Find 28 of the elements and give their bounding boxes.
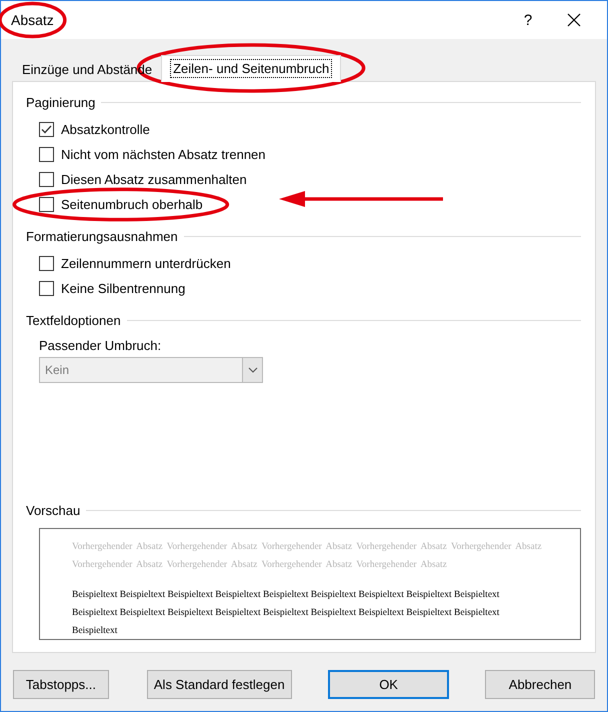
window-title: Absatz — [11, 12, 54, 28]
checkbox[interactable] — [39, 122, 54, 137]
checkbox-label[interactable]: Absatzkontrolle — [61, 122, 150, 137]
previous-paragraph-text: Vorhergehender Absatz Vorhergehender Absatz Vorhergehender Absatz Vorhergehender Absatz Vorhergehender Absatz Vorhergehender Absatz Vorhergehender Absatz Vorhergehender Absatz Vorhergehender Absatz — [72, 541, 543, 572]
checkbox[interactable] — [39, 147, 54, 162]
dialog-button[interactable]: Abbrechen — [485, 670, 595, 699]
checkbox-label[interactable]: Keine Silbentrennung — [61, 281, 186, 296]
checkbox[interactable] — [39, 281, 54, 296]
section-title: Paginierung — [26, 94, 96, 110]
checkbox-label[interactable]: Nicht vom nächsten Absatz trennen — [61, 147, 266, 162]
section-title: Vorschau — [26, 502, 80, 518]
dialog-button[interactable]: Als Standard festlegen — [146, 670, 292, 699]
dialog-button[interactable]: Tabstopps... — [13, 670, 109, 699]
checkbox[interactable] — [39, 197, 54, 212]
dropdown-label: Passender Umbruch: — [39, 338, 162, 353]
checkbox-label[interactable]: Zeilennummern unterdrücken — [61, 256, 231, 271]
sample-text: Beispieltext Beispieltext Beispieltext Beispieltext Beispieltext Beispieltext Beispieltext Beispieltext Beispieltext Beispieltext Beispieltext Beispieltext Beispieltext Beispieltext Beispieltext Beispieltext Beispieltext Beispieltext Beispieltext — [72, 589, 500, 638]
checkmark-icon — [41, 125, 52, 134]
dialog-button[interactable]: OK — [328, 670, 450, 699]
checkbox-label[interactable]: Diesen Absatz zusammenhalten — [61, 172, 247, 187]
section-title: Textfeldoptionen — [26, 312, 121, 328]
chevron-down-icon — [248, 367, 258, 373]
tab[interactable]: Zeilen- und Seitenumbruch — [161, 55, 342, 82]
close-icon — [567, 13, 581, 27]
section-title: Formatierungsausnahmen — [26, 228, 178, 244]
checkbox[interactable] — [39, 256, 54, 271]
help-button[interactable]: ? — [505, 12, 551, 28]
checkbox[interactable] — [39, 172, 54, 187]
